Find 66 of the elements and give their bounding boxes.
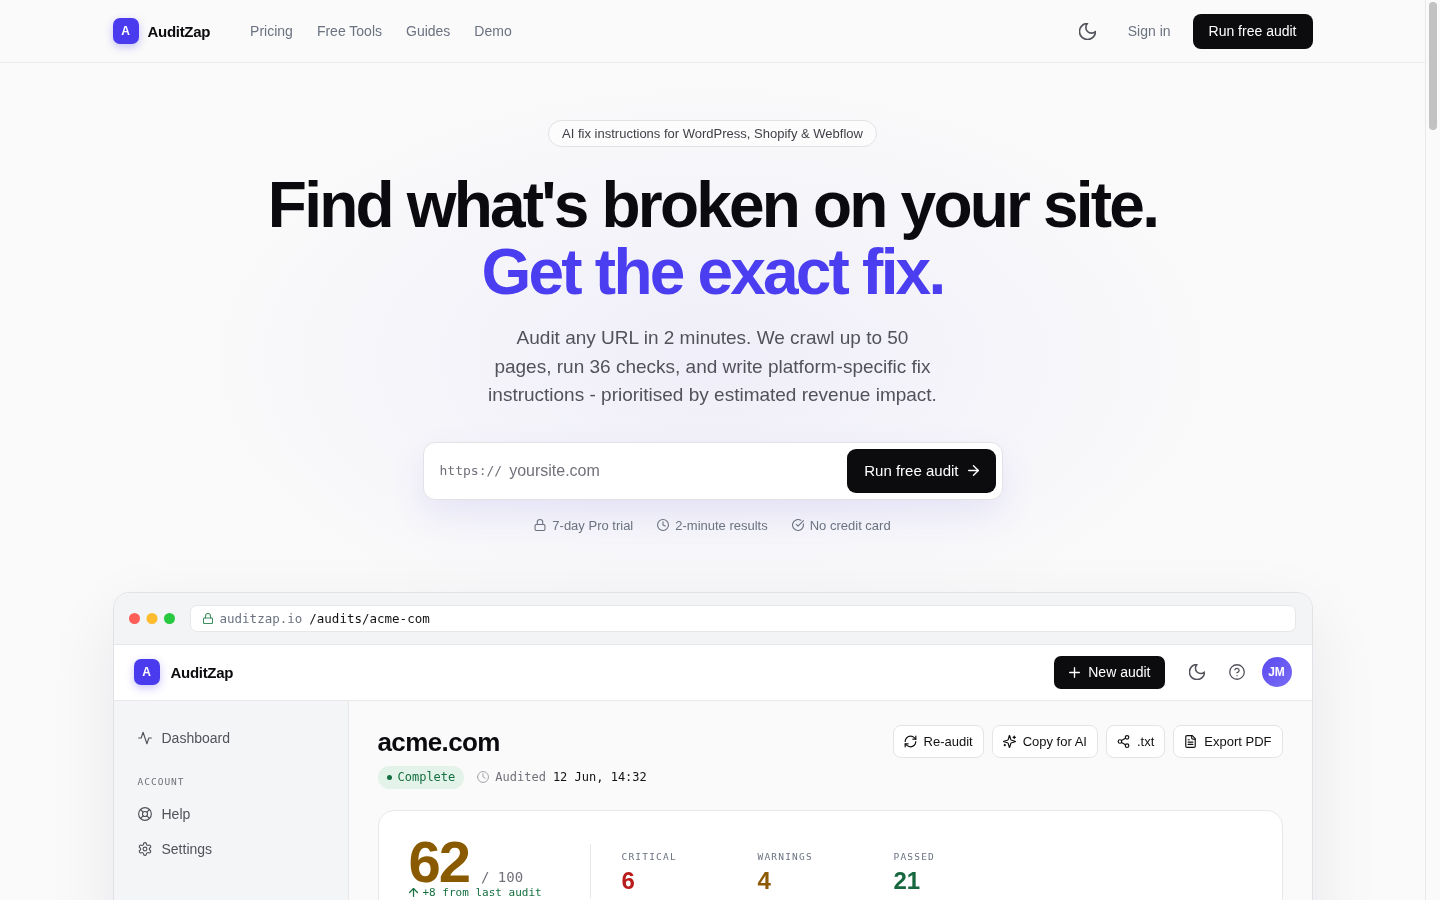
url-input[interactable]: yoursite.com bbox=[509, 458, 848, 483]
brand-name[interactable]: AuditZap bbox=[170, 663, 234, 681]
metric-label: CRITICAL bbox=[621, 850, 677, 862]
sidebar-item[interactable]: Dashboard bbox=[137, 726, 324, 749]
check-circle-icon bbox=[791, 519, 804, 531]
sidebar-item[interactable]: Help bbox=[137, 802, 324, 825]
window-controls-icon bbox=[128, 612, 175, 624]
audited-time: 12 Jun, 14:32 bbox=[552, 770, 647, 784]
nav-link[interactable]: Pricing bbox=[250, 23, 293, 39]
nav-link[interactable]: Demo bbox=[474, 23, 512, 39]
audited-label: Audited bbox=[495, 770, 546, 784]
score-value: 62 bbox=[408, 836, 469, 886]
action-button[interactable]: Re-audit bbox=[892, 724, 984, 758]
moon-icon[interactable] bbox=[1188, 664, 1205, 680]
pulse-icon bbox=[137, 730, 152, 745]
sign-in-link[interactable]: Sign in bbox=[1127, 23, 1171, 39]
share-icon bbox=[1116, 734, 1130, 748]
metric-value: 4 bbox=[757, 866, 771, 895]
document-icon bbox=[1184, 734, 1198, 748]
site-title: acme.com bbox=[377, 726, 501, 757]
lock-icon bbox=[534, 519, 547, 531]
help-icon[interactable] bbox=[1228, 664, 1245, 680]
feature-note: No credit card bbox=[809, 517, 891, 533]
score-change: +8 from last audit bbox=[422, 886, 542, 898]
brand-name[interactable]: AuditZap bbox=[147, 22, 211, 40]
metric-label: PASSED bbox=[893, 850, 936, 862]
arrow-up-icon bbox=[408, 887, 418, 897]
sidebar-heading: ACCOUNT bbox=[137, 775, 186, 787]
nav-link[interactable]: Free Tools bbox=[316, 23, 382, 39]
refresh-icon bbox=[903, 734, 917, 748]
action-button[interactable]: Copy for AI bbox=[991, 724, 1098, 758]
action-button[interactable]: .txt bbox=[1105, 724, 1166, 758]
hero-description: Audit any URL in 2 minutes. We crawl up to 50 pages, run 36 checks, and write platform-specific fix instructions - prioritised by estimated revenue impact. bbox=[487, 326, 938, 407]
headline-accent: Get the exact fix. bbox=[481, 239, 944, 306]
action-button[interactable]: Export PDF bbox=[1173, 724, 1283, 758]
headline: Find what's broken on your site. bbox=[267, 172, 1158, 239]
clock-icon bbox=[477, 771, 490, 783]
score-max: / 100 bbox=[481, 868, 524, 885]
logo-mark[interactable]: A bbox=[112, 18, 139, 44]
sidebar-item[interactable]: Settings bbox=[137, 837, 324, 860]
metric-value: 6 bbox=[621, 866, 635, 895]
nav-link[interactable]: Guides bbox=[406, 23, 451, 39]
avatar[interactable]: JM bbox=[1261, 657, 1292, 687]
run-audit-button[interactable]: Run free audit bbox=[1192, 13, 1313, 49]
url-host: auditzap.io bbox=[219, 610, 303, 626]
feature-note: 2-minute results bbox=[675, 517, 768, 533]
plus-icon bbox=[1069, 666, 1081, 678]
url-path: /audits/acme-com bbox=[309, 610, 430, 626]
clock-icon bbox=[657, 519, 670, 531]
sparkles-icon bbox=[1002, 734, 1016, 748]
status-text: Complete bbox=[397, 770, 456, 784]
announcement-badge: AI fix instructions for WordPress, Shopify & Webflow bbox=[548, 120, 877, 147]
run-audit-button[interactable]: Run free audit bbox=[847, 448, 996, 493]
status-dot-icon bbox=[386, 774, 392, 780]
moon-icon[interactable] bbox=[1078, 22, 1096, 40]
new-audit-button[interactable]: New audit bbox=[1054, 655, 1165, 689]
scrollbar-thumb[interactable] bbox=[1429, 2, 1437, 130]
metric-value: 21 bbox=[893, 866, 921, 895]
url-prefix: https:// bbox=[439, 463, 503, 478]
lifebuoy-icon bbox=[137, 806, 152, 821]
logo-mark[interactable]: A bbox=[133, 659, 160, 685]
address-bar[interactable]: auditzap.io /audits/acme-com bbox=[189, 604, 1296, 632]
feature-note: 7-day Pro trial bbox=[552, 517, 634, 533]
metric-label: WARNINGS bbox=[757, 850, 813, 862]
gear-icon bbox=[137, 841, 152, 856]
lock-icon bbox=[202, 612, 213, 624]
